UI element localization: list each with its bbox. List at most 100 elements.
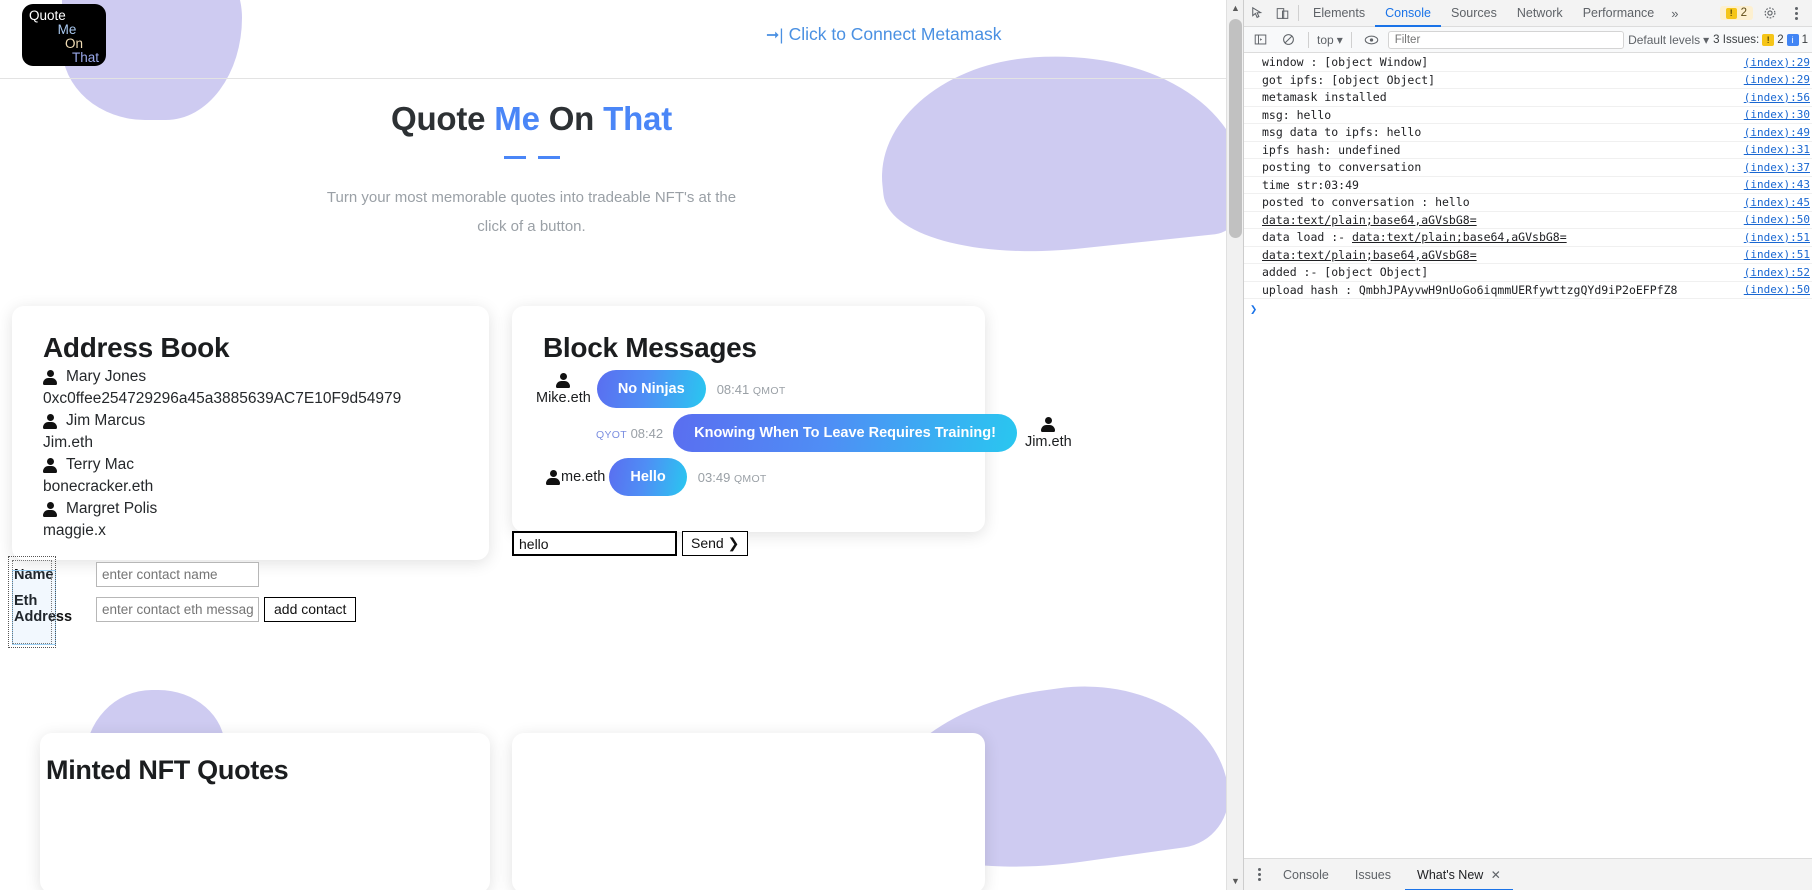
drawer-tab-console[interactable]: Console <box>1271 859 1341 890</box>
more-tabs-icon[interactable]: » <box>1664 6 1685 21</box>
contact-address: bonecracker.eth <box>43 478 154 495</box>
message-row: me.eth Hello 03:49 QMOT <box>546 458 985 496</box>
console-log-source[interactable]: (index):31 <box>1744 143 1810 156</box>
message-input[interactable] <box>512 531 677 556</box>
devtools-panel: Elements Console Sources Network Perform… <box>1243 0 1812 890</box>
tab-elements[interactable]: Elements <box>1303 0 1375 27</box>
console-log-source[interactable]: (index):49 <box>1744 126 1810 139</box>
console-sidebar-icon[interactable] <box>1248 28 1272 52</box>
filterbar-divider <box>1308 31 1309 48</box>
logo-line-4: That <box>71 50 99 65</box>
tab-network[interactable]: Network <box>1507 0 1573 27</box>
connect-metamask-button[interactable]: ➞| Click to Connect Metamask <box>766 24 1002 45</box>
console-log-row: window : [object Window] (index):29 <box>1244 54 1812 72</box>
inspect-element-icon[interactable] <box>1246 1 1270 25</box>
scrollbar-thumb[interactable] <box>1229 19 1242 238</box>
contact-address: maggie.x <box>43 522 106 539</box>
contact-eth-input[interactable] <box>96 596 259 622</box>
tab-console[interactable]: Console <box>1375 0 1441 27</box>
site-logo[interactable]: Quote Me On That <box>22 4 106 66</box>
drawer-menu-icon[interactable] <box>1250 868 1269 881</box>
drawer-tab-issues[interactable]: Issues <box>1343 859 1403 890</box>
message-sender: Mike.eth <box>536 372 591 406</box>
address-book-title: Address Book <box>43 332 230 363</box>
screen: Quote Me On That ➞| Click to Connect Meta… <box>0 0 1812 890</box>
address-book-card: Address Book Mary Jones 0xc0ffee254729296… <box>12 306 489 560</box>
scroll-up-arrow-icon[interactable]: ▲ <box>1227 0 1243 17</box>
drawer-tab-whats-new[interactable]: What's New ✕ <box>1405 859 1513 890</box>
warning-count-badge[interactable]: ! 2 <box>1719 6 1753 20</box>
message-sender-label: me.eth <box>561 469 606 485</box>
console-log-source[interactable]: (index):56 <box>1744 91 1810 104</box>
page-scrollbar[interactable]: ▲ ▼ <box>1226 0 1243 890</box>
console-log-source[interactable]: (index):50 <box>1744 283 1810 296</box>
add-contact-button[interactable]: add contact <box>264 596 357 622</box>
console-prompt[interactable]: ❯ <box>1244 299 1812 318</box>
message-timestamp: 08:41 QMOT <box>716 381 786 397</box>
device-toolbar-icon[interactable] <box>1270 1 1294 25</box>
devtools-tabbar: Elements Console Sources Network Perform… <box>1244 0 1812 27</box>
send-message-row: Send ❯ <box>512 531 749 556</box>
issues-summary[interactable]: 3 Issues: ! 2 i 1 <box>1713 33 1808 46</box>
console-log-link[interactable]: data:text/plain;base64,aGVsbG8= <box>1352 230 1567 244</box>
console-log-row: msg data to ipfs: hello (index):49 <box>1244 124 1812 142</box>
kebab-menu-icon[interactable] <box>1787 6 1806 20</box>
contact-name-input[interactable] <box>96 562 259 587</box>
tab-performance[interactable]: Performance <box>1573 0 1665 27</box>
web-page: Quote Me On That ➞| Click to Connect Meta… <box>0 0 1243 890</box>
console-log-link[interactable]: data:text/plain;base64,aGVsbG8= <box>1262 248 1477 262</box>
add-contact-form: Name Eth Address add contact <box>14 562 357 631</box>
contact-name: Margret Polis <box>43 498 489 520</box>
log-levels-select[interactable]: Default levels ▾ <box>1628 33 1709 47</box>
title-part-2: On <box>539 100 604 137</box>
contact-name: Mary Jones <box>43 366 489 388</box>
console-log-row: upload hash : QmbhJPAyvwH9nUoGo6iqmmUERf… <box>1244 282 1812 299</box>
send-button[interactable]: Send ❯ <box>682 531 749 556</box>
console-log-source[interactable]: (index):50 <box>1744 213 1810 226</box>
close-icon[interactable]: ✕ <box>1491 868 1501 882</box>
message-sender: me.eth <box>546 469 605 485</box>
console-log-source[interactable]: (index):29 <box>1744 73 1810 86</box>
console-log-source[interactable]: (index):30 <box>1744 108 1810 121</box>
console-log-source[interactable]: (index):29 <box>1744 56 1810 69</box>
person-icon <box>546 469 560 485</box>
devtools-drawer-tabbar: Console Issues What's New ✕ <box>1244 858 1812 890</box>
console-log-message: time str:03:49 <box>1262 177 1359 192</box>
scroll-down-arrow-icon[interactable]: ▼ <box>1227 873 1243 890</box>
console-log-source[interactable]: (index):52 <box>1744 266 1810 279</box>
console-log-source[interactable]: (index):37 <box>1744 161 1810 174</box>
console-log-message: msg: hello <box>1262 107 1332 122</box>
title-part-1: Quote <box>391 100 495 137</box>
person-icon <box>43 369 57 385</box>
console-log-message: data load :- data:text/plain;base64,aGVs… <box>1262 230 1567 245</box>
console-log-row: time str:03:49 (index):43 <box>1244 177 1812 194</box>
message-timestamp: QYOT 08:42 <box>596 425 664 441</box>
contact-name-text: Terry Mac <box>66 456 135 473</box>
message-sender-label: Mike.eth <box>536 389 591 406</box>
console-log-source[interactable]: (index):51 <box>1744 231 1810 244</box>
console-log-message: data:text/plain;base64,aGVsbG8= <box>1262 213 1477 227</box>
gear-icon[interactable] <box>1758 1 1782 25</box>
console-filter-input[interactable] <box>1387 30 1625 49</box>
live-expression-icon[interactable] <box>1360 28 1384 52</box>
logo-line-2: Me <box>57 22 77 37</box>
person-icon <box>1041 416 1056 432</box>
console-log-area[interactable]: window : [object Window] (index):29 got ip… <box>1244 54 1812 855</box>
contact-name-text: Mary Jones <box>66 368 147 385</box>
contact-name: Jim Marcus <box>43 410 489 432</box>
console-log-source[interactable]: (index):51 <box>1744 248 1810 261</box>
log-levels-value: Default levels <box>1628 32 1701 47</box>
console-log-message: posting to conversation <box>1262 160 1422 175</box>
clear-console-icon[interactable] <box>1276 28 1300 52</box>
console-log-row: added :- [object Object] (index):52 <box>1244 264 1812 282</box>
title-underline <box>0 156 1063 159</box>
logo-line-1: Quote <box>29 8 66 23</box>
console-log-link[interactable]: data:text/plain;base64,aGVsbG8= <box>1262 213 1477 227</box>
person-icon <box>43 501 57 517</box>
tab-sources[interactable]: Sources <box>1441 0 1507 27</box>
console-log-source[interactable]: (index):45 <box>1744 196 1810 209</box>
connect-metamask-label: Click to Connect Metamask <box>788 24 1002 44</box>
console-log-source[interactable]: (index):43 <box>1744 178 1810 191</box>
console-context-select[interactable]: top ▾ <box>1317 33 1343 47</box>
hero-section: Quote Me On That Turn your most memorabl… <box>0 100 1063 241</box>
